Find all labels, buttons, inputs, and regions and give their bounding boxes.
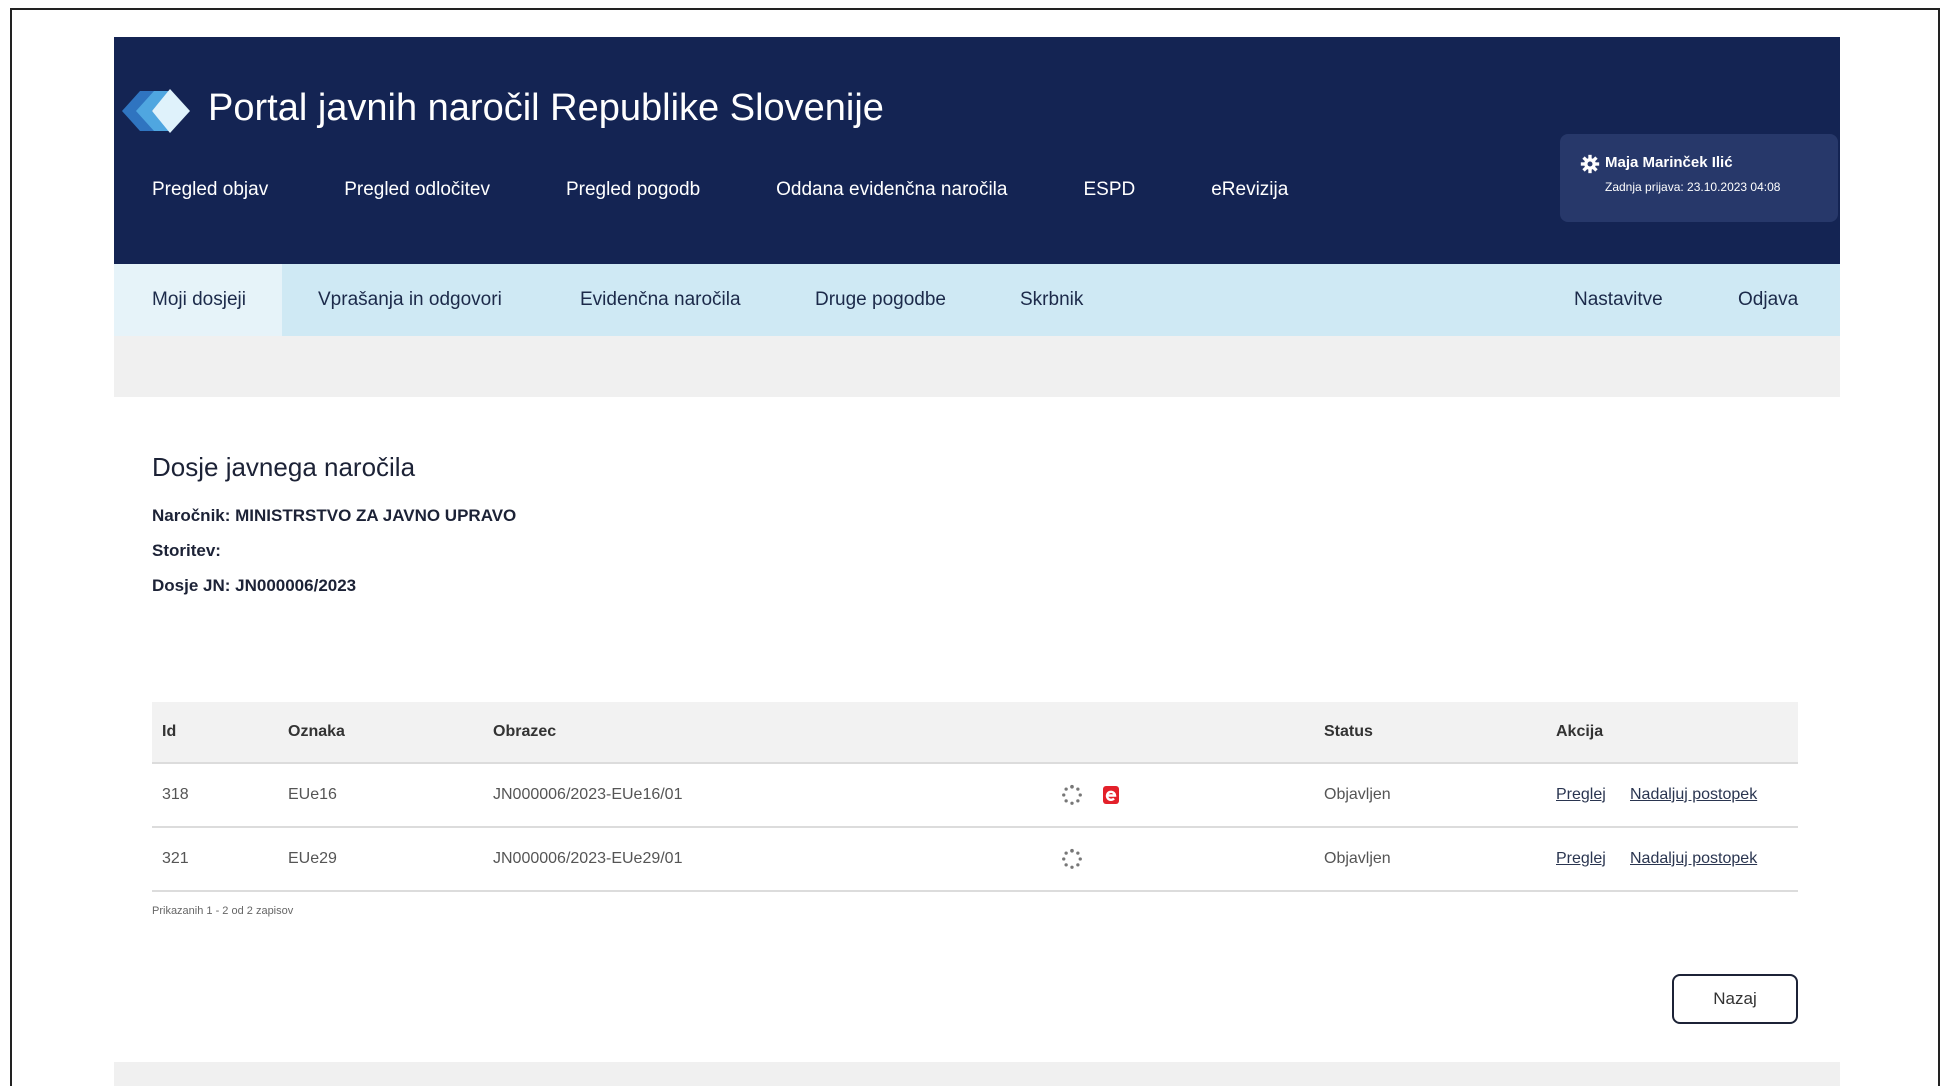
tab-nastavitve[interactable]: Nastavitve [1574,264,1663,336]
preglej-link[interactable]: Preglej [1556,828,1606,890]
nav-pregled-odlocitev[interactable]: Pregled odločitev [344,179,490,201]
tab-evidencna-narocila[interactable]: Evidenčna naročila [580,264,741,336]
back-button[interactable]: Nazaj [1672,974,1798,1024]
row-status: Objavljen [1324,786,1391,803]
gear-icon [1580,154,1600,174]
main-nav: Pregled objav Pregled odločitev Pregled … [152,179,1364,201]
row-id: 318 [162,786,189,803]
portal-logo [122,89,190,133]
table-row: 318 EUe16 JN000006/2023-EUe16/01 Objavlj… [152,764,1798,828]
header-id: Id [162,723,177,740]
nav-pregled-pogodb[interactable]: Pregled pogodb [566,179,700,201]
table-header: Id Oznaka Obrazec Status Akcija [152,702,1798,764]
user-name: Maja Marinček Ilić [1605,154,1733,171]
pagination-info: Prikazanih 1 - 2 od 2 zapisov [152,905,294,917]
header-akcija: Akcija [1556,723,1604,740]
row-obrazec: JN000006/2023-EUe29/01 [493,850,683,867]
preglej-link[interactable]: Preglej [1556,764,1606,826]
e-icon[interactable] [1103,764,1119,826]
dosje-label: Dosje JN: JN000006/2023 [152,576,357,595]
user-box[interactable]: Maja Marinček Ilić Zadnja prijava: 23.10… [1560,134,1838,222]
row-oznaka: EUe29 [288,850,337,867]
dossier-title: Dosje javnega naročila [152,452,416,482]
tab-druge-pogodbe[interactable]: Druge pogodbe [815,264,946,336]
nav-erevizija[interactable]: eRevizija [1211,179,1288,201]
narocnik-label: Naročnik: MINISTRSTVO ZA JAVNO UPRAVO [152,506,517,525]
spinner-icon[interactable] [1061,828,1083,890]
storitev-label: Storitev: [152,541,221,560]
tab-moji-dosjeji[interactable]: Moji dosjeji [114,264,282,336]
nadaljuj-postopek-link[interactable]: Nadaljuj postopek [1630,828,1757,890]
header-status: Status [1324,723,1373,740]
nav-oddana-evidencna-narocila[interactable]: Oddana evidenčna naročila [776,179,1007,201]
nav-pregled-objav[interactable]: Pregled objav [152,179,268,201]
header-obrazec: Obrazec [493,723,557,740]
portal-title: Portal javnih naročil Republike Slovenij… [208,87,884,129]
row-obrazec: JN000006/2023-EUe16/01 [493,786,683,803]
tab-skrbnik[interactable]: Skrbnik [1020,264,1083,336]
table-row: 321 EUe29 JN000006/2023-EUe29/01 Objavlj… [152,828,1798,892]
row-status: Objavljen [1324,850,1391,867]
dossier-card: Dosje javnega naročila Naročnik: MINISTR… [114,397,1840,1062]
tab-vprasanja-in-odgovori[interactable]: Vprašanja in odgovori [318,264,502,336]
row-oznaka: EUe16 [288,786,337,803]
header: Portal javnih naročil Republike Slovenij… [114,37,1840,264]
spinner-icon[interactable] [1061,764,1083,826]
forms-table: Id Oznaka Obrazec Status Akcija 318 EUe1… [152,702,1798,892]
nadaljuj-postopek-link[interactable]: Nadaljuj postopek [1630,764,1757,826]
sub-nav: Moji dosjeji Vprašanja in odgovori Evide… [114,264,1840,336]
nav-espd[interactable]: ESPD [1083,179,1135,201]
tab-odjava[interactable]: Odjava [1738,264,1798,336]
app: Portal javnih naročil Republike Slovenij… [114,37,1840,1086]
header-oznaka: Oznaka [288,723,345,740]
row-id: 321 [162,850,189,867]
last-login: Zadnja prijava: 23.10.2023 04:08 [1605,180,1781,194]
